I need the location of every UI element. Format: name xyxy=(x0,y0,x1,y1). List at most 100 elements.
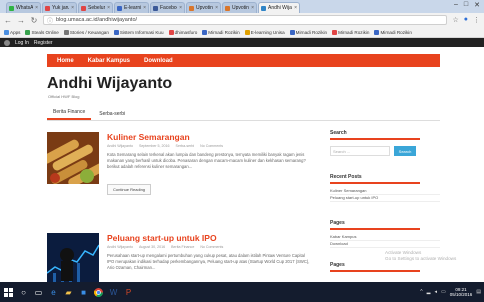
menu-item-kabar-kampus[interactable]: Kabar Kampus xyxy=(88,58,130,64)
word-icon[interactable]: W xyxy=(108,287,119,298)
tab-close-icon[interactable]: × xyxy=(35,5,38,11)
post-title[interactable]: Kuliner Semarangan xyxy=(107,132,190,142)
bookmark-item[interactable]: E-learning Unisa xyxy=(244,29,285,35)
browser-tab[interactable]: Facebook× xyxy=(150,2,185,13)
wordpress-logo-icon[interactable] xyxy=(4,39,10,46)
post-category[interactable]: Serba-serbi xyxy=(176,144,195,148)
task-view-icon[interactable]: ▭ xyxy=(33,287,44,298)
edge-browser-icon[interactable]: e xyxy=(48,287,59,298)
bookmark-item[interactable]: Mirnadi Rozikin xyxy=(332,29,369,35)
search-icon[interactable]: ○ xyxy=(18,287,29,298)
tab-favicon-icon xyxy=(153,5,158,11)
post-excerpt: Perusahaan start-up mengalami pertumbuha… xyxy=(107,253,310,270)
watermark-line-2: Go to Settings to activate Windows xyxy=(385,256,457,261)
tab-favicon-icon xyxy=(189,5,194,11)
post-thumbnail[interactable] xyxy=(47,132,99,184)
maximize-button[interactable]: □ xyxy=(464,1,468,9)
tab-close-icon[interactable]: × xyxy=(251,5,254,11)
tab-label: Upvoting Blog xyxy=(232,5,249,11)
post-meta: Andhi Wijayanto September 5, 2016 Serba-… xyxy=(107,144,223,148)
browser-tab[interactable]: Sebelum m…× xyxy=(78,2,113,13)
widget-title-search: Search xyxy=(330,130,420,140)
page-link[interactable]: Kabar Kampus xyxy=(330,234,440,241)
page-link[interactable]: Download xyxy=(330,241,440,248)
bookmark-icon xyxy=(244,29,250,35)
page-info-icon[interactable]: ⓘ xyxy=(47,16,53,25)
close-button[interactable]: ✕ xyxy=(474,1,480,9)
recent-post-link[interactable]: Peluang start-up untuk IPO xyxy=(330,195,440,202)
post-category[interactable]: Berita Finance xyxy=(171,245,194,249)
post-title[interactable]: Peluang start-up untuk IPO xyxy=(107,233,217,243)
star-icon[interactable]: ☆ xyxy=(452,16,458,24)
recent-post-link[interactable]: Kuliner Semarangan xyxy=(330,188,440,195)
site-title[interactable]: Andhi Wijayanto xyxy=(47,75,172,93)
powerpoint-icon[interactable]: P xyxy=(123,287,134,298)
forward-arrow-icon[interactable]: → xyxy=(17,16,25,25)
menu-icon[interactable]: ⋮ xyxy=(473,16,480,24)
search-input[interactable]: Search ... xyxy=(330,146,390,156)
notification-icon[interactable]: ▤ xyxy=(476,289,481,295)
post-date[interactable]: September 5, 2016 xyxy=(139,144,170,148)
bookmark-icon xyxy=(374,29,380,35)
bookmark-item[interactable]: Steals Online xyxy=(25,29,59,35)
tab-close-icon[interactable]: × xyxy=(179,5,182,11)
browser-tab[interactable]: WhatsApp× xyxy=(6,2,41,13)
windows-taskbar: ○ ▭ e ▰ ■ W P ^ ▂ ◂ ▭ 09:21 05/10/2016 ▤ xyxy=(0,282,484,302)
tab-close-icon[interactable]: × xyxy=(143,5,146,11)
extension-icon[interactable]: ● xyxy=(464,16,468,24)
bookmark-item[interactable]: Sistem Informasi Kuu xyxy=(113,29,164,35)
browser-tab[interactable]: E-learning…× xyxy=(114,2,149,13)
url-field[interactable]: ⓘ blog.umaca.ac.id/andhiwijayanto/ xyxy=(43,15,448,25)
bookmark-item[interactable]: Stories / Keuangan xyxy=(63,29,109,35)
url-text: blog.umaca.ac.id/andhiwijayanto/ xyxy=(56,17,138,23)
chevron-up-icon[interactable]: ^ xyxy=(420,289,422,295)
post-author[interactable]: Andhi Wijayanto xyxy=(107,245,133,249)
tab-close-icon[interactable]: × xyxy=(215,5,218,11)
category-berita-finance[interactable]: Berita Finance xyxy=(47,109,92,120)
volume-icon[interactable]: ◂ xyxy=(434,289,437,295)
back-arrow-icon[interactable]: ← xyxy=(4,16,12,25)
browser-tab[interactable]: Yuk jarum…× xyxy=(42,2,77,13)
chrome-icon[interactable] xyxy=(93,287,104,298)
store-icon[interactable]: ■ xyxy=(78,287,89,298)
windows-start-icon[interactable] xyxy=(3,287,14,298)
network-icon[interactable]: ▂ xyxy=(427,289,431,295)
category-nav: Berita Finance Serba-serbi xyxy=(47,108,440,121)
bookmark-item[interactable]: Mirnadi Rozikin xyxy=(289,29,327,35)
reload-icon[interactable]: ↻ xyxy=(30,16,38,25)
post-date[interactable]: August 30, 2016 xyxy=(139,245,165,249)
admin-register-link[interactable]: Register xyxy=(34,40,53,46)
bookmark-item[interactable]: Apps xyxy=(4,29,20,35)
post-comments[interactable]: No Comments xyxy=(200,144,223,148)
recent-posts-list: Kuliner Semarangan Peluang start-up untu… xyxy=(330,188,440,202)
category-serba-serbi[interactable]: Serba-serbi xyxy=(93,111,131,120)
tab-close-icon[interactable]: × xyxy=(107,5,110,11)
post-author[interactable]: Andhi Wijayanto xyxy=(107,144,133,148)
browser-tab[interactable]: Andhi Wijayanto× xyxy=(258,2,300,13)
admin-login-link[interactable]: Log In xyxy=(15,40,29,46)
browser-tab[interactable]: Upvoting Blog× xyxy=(186,2,221,13)
browser-tab[interactable]: Upvoting Blog× xyxy=(222,2,257,13)
clock[interactable]: 09:21 05/10/2016 xyxy=(450,287,473,297)
bookmark-item[interactable]: Mirnadi Rozikin xyxy=(374,29,412,35)
file-explorer-icon[interactable]: ▰ xyxy=(63,287,74,298)
widget-title-pages: Pages xyxy=(330,220,420,230)
post-thumbnail[interactable] xyxy=(47,233,99,282)
bookmark-icon xyxy=(168,29,174,35)
tab-close-icon[interactable]: × xyxy=(294,5,297,11)
tab-label: E-learning… xyxy=(124,5,142,11)
menu-item-home[interactable]: Home xyxy=(57,58,74,64)
bookmark-item[interactable]: dhimasfuro xyxy=(168,29,197,35)
tab-favicon-icon xyxy=(225,5,230,11)
battery-icon[interactable]: ▭ xyxy=(441,289,446,295)
bookmark-item[interactable]: Mirnadi Rozikin xyxy=(202,29,240,35)
bookmark-icon xyxy=(202,29,208,35)
bookmark-icon xyxy=(332,29,338,35)
minimize-button[interactable]: – xyxy=(454,1,458,9)
bookmark-icon xyxy=(113,29,119,35)
search-button[interactable]: Search xyxy=(394,146,416,156)
post-comments[interactable]: No Comments xyxy=(200,245,223,249)
menu-item-download[interactable]: Download xyxy=(144,58,173,64)
continue-reading-button[interactable]: Continue Reading xyxy=(107,184,152,195)
tab-close-icon[interactable]: × xyxy=(71,5,74,11)
